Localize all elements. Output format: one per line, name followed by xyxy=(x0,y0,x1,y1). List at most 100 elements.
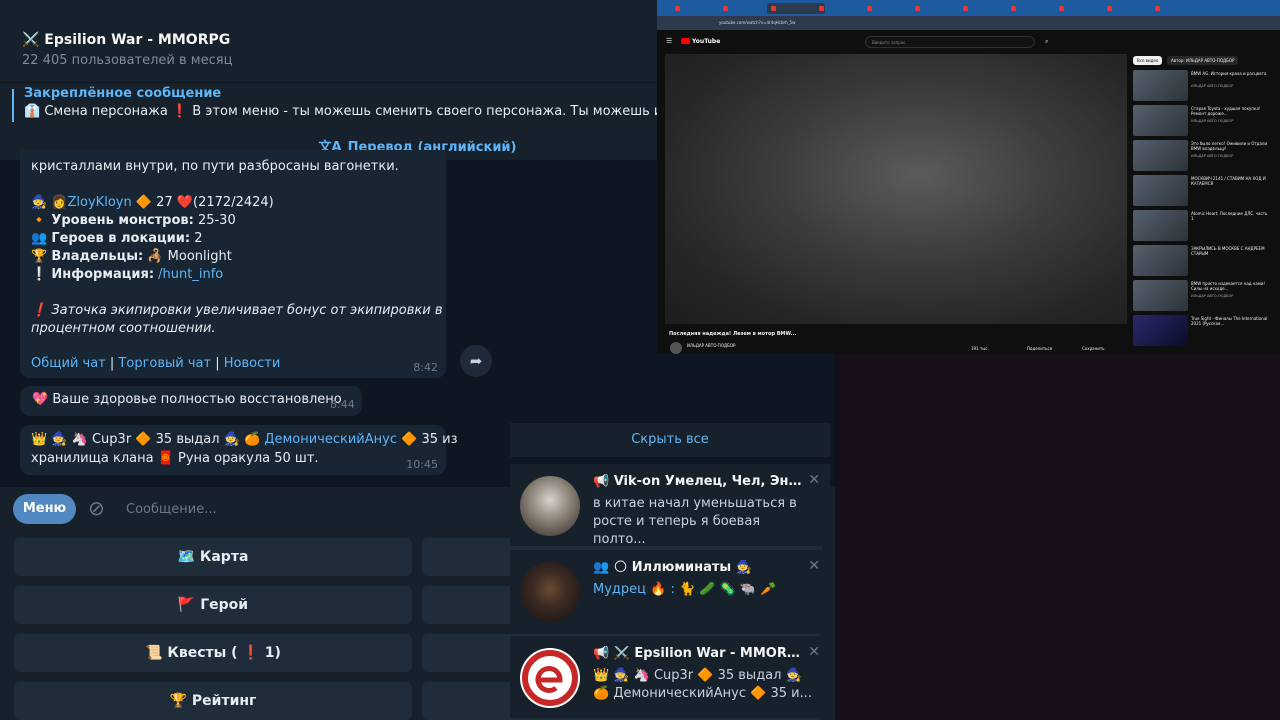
message-time: 10:45 xyxy=(406,458,438,471)
recommendation-item[interactable]: Старая Toyota - худшая покупка! Ремонт д… xyxy=(1133,105,1273,139)
trophy-icon: 🏆 xyxy=(31,249,48,264)
play-icon xyxy=(681,38,690,44)
wizard-icon: 🧙 xyxy=(223,432,240,447)
recommendation-title: ЗАКРЫЛИСЬ В МОСКВЕ С АНДРЕЕМ СТАРЫМ xyxy=(1191,246,1265,256)
heart-icon: ❤️ xyxy=(176,195,194,210)
receiver-tail: 35 из xyxy=(421,432,458,447)
video-player[interactable] xyxy=(665,54,1127,324)
receiver-name[interactable]: ДемоническийАнус xyxy=(264,432,397,447)
message-line: кристаллами внутри, по пути разбросаны в… xyxy=(31,159,399,174)
recommendation-item[interactable]: True Sight - Финалы The International 20… xyxy=(1133,315,1273,349)
recommendation-item[interactable]: Это было легко! Оживили и Отдали BMW вла… xyxy=(1133,140,1273,174)
heroes-label: Героев в локации: xyxy=(51,231,191,246)
diamond-icon: 🔶 xyxy=(135,432,152,447)
recommendation-title: Старая Toyota - худшая покупка! Ремонт д… xyxy=(1191,106,1261,116)
recommendation-title: Это было легко! Оживили и Отдали BMW вла… xyxy=(1191,141,1268,151)
bot-message-clan: 👑 🧙 🦄 Cup3r 🔶 35 выдал 🧙 🍊 ДемоническийА… xyxy=(20,425,458,475)
notification-title: 📢 ⚔️ Epsilion War - MMORPG xyxy=(593,646,803,661)
crown-icon: 👑 xyxy=(31,432,48,447)
hunt-info-link[interactable]: /hunt_info xyxy=(158,267,223,282)
notification-text: 👑 🧙 🦄 Cup3r 🔶 35 выдал 🧙 🍊 ДемоническийА… xyxy=(593,668,812,701)
recommendation-item[interactable]: BMW AG. История краха и расцвета ИЛЬДАР … xyxy=(1133,70,1273,104)
forward-button[interactable]: ➦ xyxy=(460,345,492,377)
link-separator: | xyxy=(215,356,220,371)
recommendation-title: BMW просто издевается над нами! Силы на … xyxy=(1191,281,1266,291)
keyboard-hero-button[interactable]: 🚩 Герой xyxy=(14,586,412,624)
notification-text: Мудрец 🔥 : 🐈 🥒 🦠 🐃 🥕 xyxy=(593,582,777,597)
notification-item[interactable]: 📢 ⚔️ Epsilion War - MMORPG 👑 🧙 🦄 Cup3r 🔶… xyxy=(510,636,830,718)
red-exclamation-icon: ❗ xyxy=(31,303,48,318)
hamburger-icon[interactable]: ☰ xyxy=(666,37,672,45)
link-trade-chat[interactable]: Торговый чат xyxy=(118,356,211,371)
wizard-icon: 🧙 xyxy=(51,432,68,447)
close-icon[interactable]: ✕ xyxy=(808,644,820,660)
chip-all-videos[interactable]: Все видео xyxy=(1133,56,1163,65)
owners-line: 🏆 Владельцы: 🦂 Moonlight xyxy=(31,249,232,264)
search-icon[interactable]: ⌕ xyxy=(1045,38,1048,46)
paperclip-icon[interactable]: ⊘ xyxy=(88,496,105,520)
close-icon[interactable]: ✕ xyxy=(808,558,820,574)
keyboard-quests-button[interactable]: 📜 Квесты ( ❗ 1) xyxy=(14,634,412,672)
links-line: Общий чат | Торговый чат | Новости xyxy=(31,356,280,371)
pinned-text: 👔 Смена персонажа ❗ В этом меню - ты мож… xyxy=(24,104,709,119)
info-line: ❕ Информация: /hunt_info xyxy=(31,267,223,282)
info-label: Информация: xyxy=(51,267,155,282)
recommendation-item[interactable]: МОСКВИЧ 2141 / СТАВИМ НА ХОД И КАТАЕМСЯ xyxy=(1133,175,1273,209)
diamond-icon: 🔶 xyxy=(135,195,153,210)
orange-icon: 🍊 xyxy=(243,432,261,447)
tip-line-1: ❗ Заточка экипировки увеличивает бонус о… xyxy=(31,303,443,318)
message-time: 8:42 xyxy=(413,361,438,374)
youtube-search-input[interactable]: Введите запрос xyxy=(865,36,1035,48)
recommendation-title: BMW AG. История краха и расцвета xyxy=(1191,71,1267,76)
link-news[interactable]: Новости xyxy=(224,356,281,371)
tip-text-2: процентном соотношении. xyxy=(31,321,216,336)
forward-icon: ➦ xyxy=(469,352,483,370)
save-button[interactable]: Сохранить xyxy=(1082,346,1105,351)
menu-button[interactable]: Меню xyxy=(13,494,76,524)
owners-value: Moonlight xyxy=(167,249,232,264)
share-button[interactable]: Поделиться xyxy=(1027,346,1052,351)
monster-level-label: Уровень монстров: xyxy=(51,213,194,228)
avatar xyxy=(520,648,580,708)
link-separator: | xyxy=(109,356,115,371)
monster-level-line: 🔸 Уровень монстров: 25-30 xyxy=(31,213,236,228)
player-name[interactable]: ZloyKloyn xyxy=(68,195,132,210)
channel-name[interactable]: ИЛЬДАР АВТО-ПОДБОР xyxy=(687,343,735,348)
channel-avatar[interactable] xyxy=(670,342,682,354)
like-count[interactable]: 191 тыс. xyxy=(971,346,989,351)
clan-line-1: 👑 🧙 🦄 Cup3r 🔶 35 выдал 🧙 🍊 ДемоническийА… xyxy=(31,432,458,447)
recommendation-title: True Sight - Финалы The International 20… xyxy=(1191,316,1268,326)
hide-all-notifications-button[interactable]: Скрыть все xyxy=(510,423,830,457)
message-text: 💖 Ваше здоровье полностью восстановлено xyxy=(32,392,342,407)
exclamation-icon: ❕ xyxy=(31,267,48,282)
epsilion-logo-icon xyxy=(522,650,578,706)
close-icon[interactable]: ✕ xyxy=(808,472,820,488)
browser-tab-strip xyxy=(657,0,1280,16)
recommendation-item[interactable]: ЗАКРЫЛИСЬ В МОСКВЕ С АНДРЕЕМ СТАРЫМ xyxy=(1133,245,1273,279)
small-diamond-icon: 🔸 xyxy=(31,213,48,228)
address-bar[interactable]: youtube.com/watch?v=4r4qHcbrh_5w xyxy=(657,16,1280,30)
recommendation-title: Atomic Heart. Последние ДЛС. часть 1 xyxy=(1191,211,1268,221)
scorpion-icon: 🦂 xyxy=(147,249,164,264)
notification-item[interactable]: 📢 Vik-on Умелец, Чел, Энтузи... в китае … xyxy=(510,464,830,547)
heroes-line: 👥 Героев в локации: 2 xyxy=(31,231,203,246)
keyboard-map-button[interactable]: 🗺️ Карта xyxy=(14,538,412,576)
diamond-icon: 🔶 xyxy=(401,432,418,447)
recommendation-item[interactable]: Atomic Heart. Последние ДЛС. часть 1 xyxy=(1133,210,1273,244)
chip-author[interactable]: Автор: ИЛЬДАР АВТО-ПОДБОР xyxy=(1167,56,1239,65)
pinned-bar xyxy=(12,89,14,122)
recommendation-item[interactable]: BMW просто издевается над нами! Силы на … xyxy=(1133,280,1273,314)
browser-tab[interactable] xyxy=(1151,3,1209,14)
link-general-chat[interactable]: Общий чат xyxy=(31,356,106,371)
message-input[interactable] xyxy=(124,496,504,522)
recommendation-meta: ИЛЬДАР АВТО-ПОДБОР xyxy=(1191,154,1234,158)
monster-level-value: 25-30 xyxy=(197,213,236,228)
message-time: 8:44 xyxy=(330,398,355,411)
notification-item[interactable]: 👥 🌕 Иллюминаты 🧙 Мудрец 🔥 : 🐈 🥒 🦠 🐃 🥕 ✕ xyxy=(510,550,830,632)
bot-message-health: 💖 Ваше здоровье полностью восстановлено … xyxy=(20,386,362,416)
notification-title: 📢 Vik-on Умелец, Чел, Энтузи... xyxy=(593,474,803,489)
player-line: 🧙 👩ZloyKloyn 🔶 27 ❤️(2172/2424) xyxy=(31,195,274,210)
address-url: youtube.com/watch?v=4r4qHcbrh_5w xyxy=(719,20,796,25)
youtube-logo[interactable]: YouTube xyxy=(681,38,720,45)
keyboard-rating-button[interactable]: 🏆 Рейтинг xyxy=(14,682,412,720)
